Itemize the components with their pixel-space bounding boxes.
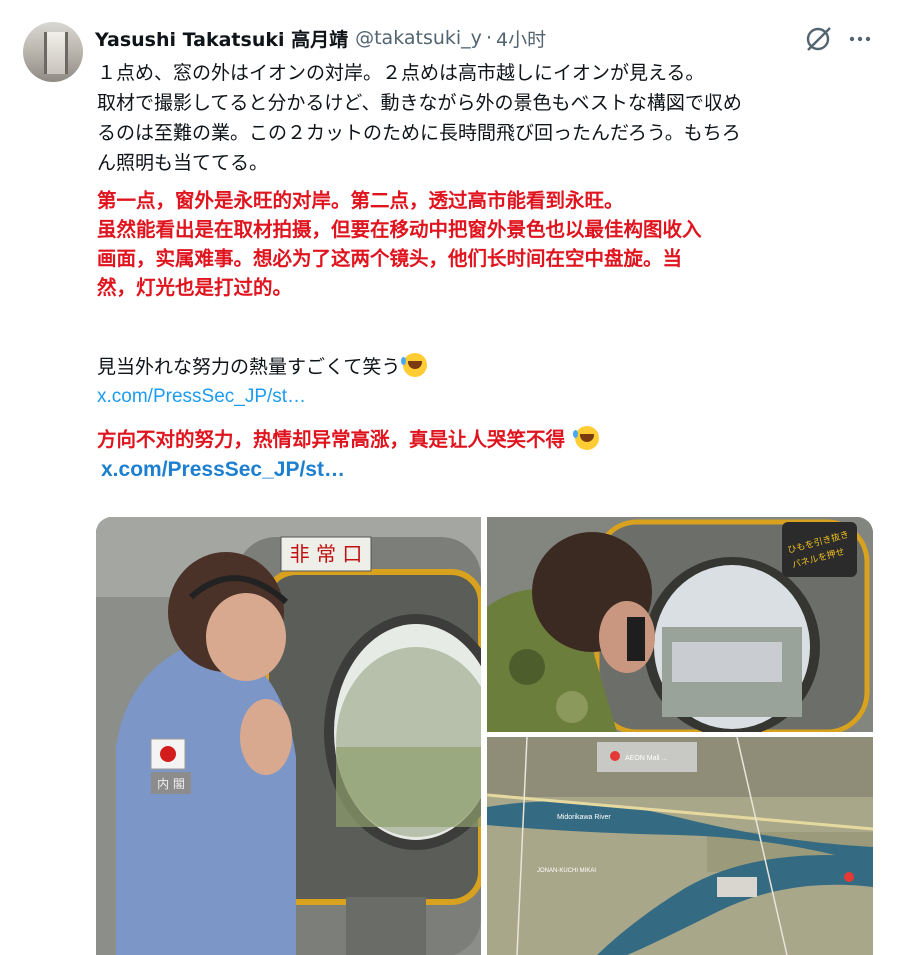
cn-line-2: 方向不对的努力，热情却异常高涨，真是让人哭笑不得 [97, 428, 566, 451]
tweet-header: Yasushi Takatsuki 高月靖 @takatsuki_y · 4小时 [95, 24, 546, 52]
cn-line: 然，灯光也是打过的。 [97, 276, 293, 299]
jp-line: １点め、窓の外はイオンの対岸。２点めは高市越しにイオンが見える。 [97, 62, 705, 84]
rolling-laughing-emoji-icon [401, 353, 428, 377]
cn-line: 第一点，窗外是永旺的对岸。第二点，透过高市能看到永旺。 [97, 189, 624, 212]
timestamp[interactable]: 4小时 [496, 25, 546, 52]
author-handle[interactable]: @takatsuki_y [355, 27, 482, 49]
photo-helicopter-window-main[interactable]: 非 常 口 内 閣 [96, 517, 481, 955]
jp-line: ん照明も当ててる。 [97, 152, 269, 174]
cabinet-patch: 内 閣 [157, 777, 185, 791]
jp-line: るのは至難の業。この２カットのために長時間飛び回ったんだろう。もちろ [97, 122, 741, 144]
map-area-label: JONAN-KUCHI MIKAI [537, 868, 596, 874]
grok-icon[interactable] [803, 24, 833, 54]
quoted-link-translation[interactable]: x.com/PressSec_JP/st… [101, 458, 345, 482]
photo-secondary-illustration: ひもを引き抜き パネルを押せ [487, 517, 873, 732]
map-screenshot[interactable]: AEON Mall ... Midorikawa River JONAN-KUC… [487, 737, 873, 955]
jp-line-2: 見当外れな努力の熱量すごくて笑う [97, 356, 401, 378]
photo-main-illustration: 非 常 口 内 閣 [96, 517, 481, 955]
author-name[interactable]: Yasushi Takatsuki 高月靖 [95, 25, 348, 52]
quoted-link[interactable]: x.com/PressSec_JP/st… [97, 386, 306, 408]
photo-helicopter-window-secondary[interactable]: ひもを引き抜き パネルを押せ [487, 517, 873, 732]
cn-line: 画面，实属难事。想必为了这两个镜头，他们长时间在空中盘旋。当 [97, 247, 683, 270]
tweet-text-jp: １点め、窓の外はイオンの対岸。２点めは高市越しにイオンが見える。 取材で撮影して… [97, 58, 872, 178]
jp-line: 取材で撮影してると分かるけど、動きながら外の景色もベストな構図で収め [97, 92, 742, 114]
map-store-label: AEON Mall ... [625, 755, 667, 762]
tweet-text-jp-2: 見当外れな努力の熱量すごくて笑う [97, 352, 872, 382]
translation-text-cn: 第一点，窗外是永旺的对岸。第二点，透过高市能看到永旺。 虽然能看出是在取材拍摄，… [97, 186, 872, 302]
more-icon[interactable] [845, 24, 875, 54]
rolling-laughing-emoji-icon [572, 426, 599, 450]
cn-line: 虽然能看出是在取材拍摄，但要在移动中把窗外景色也以最佳构图收入 [97, 218, 702, 241]
separator: · [485, 27, 492, 49]
map-river-label: Midorikawa River [557, 814, 611, 821]
emergency-exit-sign: 非 常 口 [290, 542, 363, 566]
media-grid: 非 常 口 内 閣 ひもを引き抜き パネルを押せ AEON Mall ... M… [96, 517, 873, 955]
avatar-image [44, 32, 68, 74]
map-illustration: AEON Mall ... Midorikawa River JONAN-KUC… [487, 737, 873, 955]
translation-text-cn-2: 方向不对的努力，热情却异常高涨，真是让人哭笑不得 [97, 425, 872, 454]
tweet[interactable]: Yasushi Takatsuki 高月靖 @takatsuki_y · 4小时… [0, 0, 900, 955]
avatar[interactable] [23, 22, 83, 82]
